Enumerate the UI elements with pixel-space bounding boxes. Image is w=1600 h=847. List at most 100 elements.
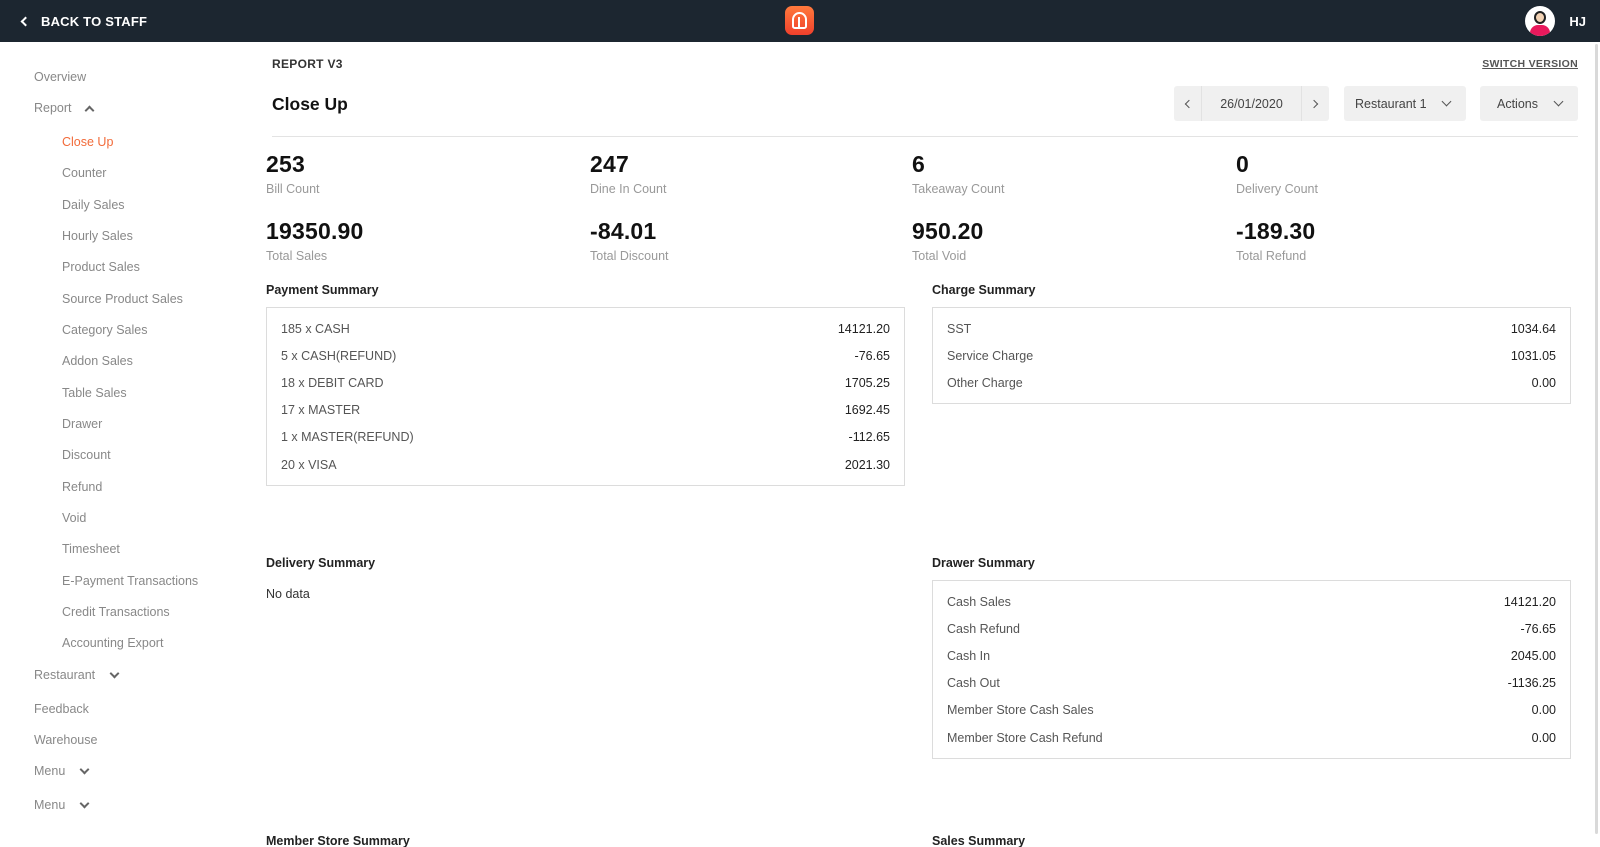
row-label: Cash Refund [947,621,1020,636]
row-label: 17 x MASTER [281,403,361,418]
chevron-down-icon [1441,96,1452,107]
user-initials: HJ [1569,13,1586,29]
table-row: 18 x DEBIT CARD 1705.25 [281,369,890,396]
row-value: 1705.25 [844,375,890,390]
sidebar-item-report[interactable]: Report [34,101,94,115]
chevron-up-icon [84,105,94,115]
row-value: 0.00 [1531,375,1556,390]
sidebar-item-credit-transactions[interactable]: Credit Transactions [62,605,170,619]
stat-label: Total Refund [1236,249,1307,263]
top-bar: BACK TO STAFF HJ [0,0,1600,42]
sidebar-item-table-sales[interactable]: Table Sales [62,386,127,400]
sidebar-item-hourly-sales[interactable]: Hourly Sales [62,229,133,243]
row-value: -76.65 [1520,621,1556,636]
stat-label: Bill Count [266,182,320,196]
row-value: 2045.00 [1510,648,1556,663]
row-label: Member Store Cash Refund [947,730,1103,745]
row-value: 0.00 [1531,703,1556,718]
charge-summary-table: SST 1034.64 Service Charge 1031.05 Other C… [932,307,1571,404]
row-label: Other Charge [947,375,1023,390]
sidebar-item-label: Menu [34,798,66,812]
table-row: Other Charge 0.00 [947,369,1556,396]
sidebar-item-timesheet[interactable]: Timesheet [62,542,120,556]
actions-dropdown[interactable]: Actions [1480,86,1578,121]
chevron-left-icon [20,16,31,26]
row-value: -112.65 [848,430,890,445]
sidebar-item-overview[interactable]: Overview [34,70,86,84]
sidebar-item-menu[interactable]: Menu [34,764,90,778]
avatar [1525,6,1556,36]
next-date-button[interactable] [1301,86,1329,121]
chevron-down-icon [79,798,90,808]
fork-icon [792,12,807,29]
sidebar-item-refund[interactable]: Refund [62,480,102,494]
delivery-summary-empty: No data [266,587,310,601]
stat-label: Total Sales [266,249,328,263]
table-row: Member Store Cash Refund 0.00 [947,724,1556,751]
sidebar-item-category-sales[interactable]: Category Sales [62,323,147,337]
back-to-staff-button[interactable]: BACK TO STAFF [18,0,147,42]
stat-value: 6 [912,151,925,177]
previous-date-button[interactable] [1174,86,1202,121]
sidebar-item-source-product-sales[interactable]: Source Product Sales [62,292,183,306]
table-row: 20 x VISA 2021.30 [281,451,890,478]
page-scrollbar[interactable] [1595,44,1598,834]
stat-takeaway-count: 6 Takeaway Count [912,151,1004,196]
row-label: Service Charge [947,348,1034,363]
stat-delivery-count: 0 Delivery Count [1236,151,1318,196]
table-row: 5 x CASH(REFUND) -76.65 [281,342,890,369]
table-row: 17 x MASTER 1692.45 [281,397,890,424]
chevron-left-icon [1184,99,1194,108]
sidebar-item-label: Restaurant [34,668,96,682]
actions-label: Actions [1497,96,1538,111]
sidebar-item-daily-sales[interactable]: Daily Sales [62,198,125,212]
app-logo [785,6,814,35]
sidebar-item-accounting-export[interactable]: Accounting Export [62,636,163,650]
sidebar-item-drawer[interactable]: Drawer [62,417,102,431]
main-content: REPORT V3 SWITCH VERSION Close Up 26/01/… [266,42,1578,847]
row-value: 1034.64 [1510,321,1556,336]
sales-summary-title: Sales Summary [932,834,1026,847]
stat-label: Dine In Count [590,182,667,196]
stat-label: Total Void [912,249,967,263]
row-label: 20 x VISA [281,457,337,472]
sidebar-item-addon-sales[interactable]: Addon Sales [62,354,133,368]
chevron-down-icon [1553,96,1564,107]
sidebar-item-restaurant[interactable]: Restaurant [34,668,120,682]
table-row: Cash Sales 14121.20 [947,588,1556,615]
sidebar-item-void[interactable]: Void [62,511,86,525]
stat-total-void: 950.20 Total Void [912,218,984,263]
sidebar-item-menu-2[interactable]: Menu [34,798,90,812]
stat-value: -84.01 [590,218,657,244]
table-row: SST 1034.64 [947,315,1556,342]
row-label: Cash In [947,648,991,663]
drawer-summary-title: Drawer Summary [932,556,1035,570]
row-label: 185 x CASH [281,321,350,336]
drawer-summary-table: Cash Sales 14121.20 Cash Refund -76.65 Cas… [932,580,1571,759]
sidebar-item-counter[interactable]: Counter [62,166,106,180]
row-value: 14121.20 [837,321,890,336]
user-menu[interactable]: HJ [1525,0,1586,42]
restaurant-select[interactable]: Restaurant 1 [1344,86,1466,121]
table-row: Cash Out -1136.25 [947,670,1556,697]
stat-dine-in-count: 247 Dine In Count [590,151,666,196]
date-value[interactable]: 26/01/2020 [1202,97,1301,111]
sidebar-item-product-sales[interactable]: Product Sales [62,260,140,274]
sidebar-item-feedback[interactable]: Feedback [34,702,89,716]
sidebar-item-close-up[interactable]: Close Up [62,135,113,149]
stat-value: 247 [590,151,629,177]
back-to-staff-label: BACK TO STAFF [41,13,148,29]
row-label: Member Store Cash Sales [947,703,1094,718]
sidebar: Overview Report Close Up Counter Daily S… [0,42,250,847]
sidebar-item-e-payment-transactions[interactable]: E-Payment Transactions [62,574,198,588]
table-row: 1 x MASTER(REFUND) -112.65 [281,424,890,451]
date-picker: 26/01/2020 [1174,86,1329,121]
header-divider [272,136,1578,137]
table-row: Service Charge 1031.05 [947,342,1556,369]
member-store-summary-title: Member Store Summary [266,834,410,847]
switch-version-link[interactable]: SWITCH VERSION [1482,58,1578,70]
sidebar-item-discount[interactable]: Discount [62,448,111,462]
row-label: SST [947,321,972,336]
row-value: -1136.25 [1507,676,1556,691]
sidebar-item-warehouse[interactable]: Warehouse [34,733,97,747]
